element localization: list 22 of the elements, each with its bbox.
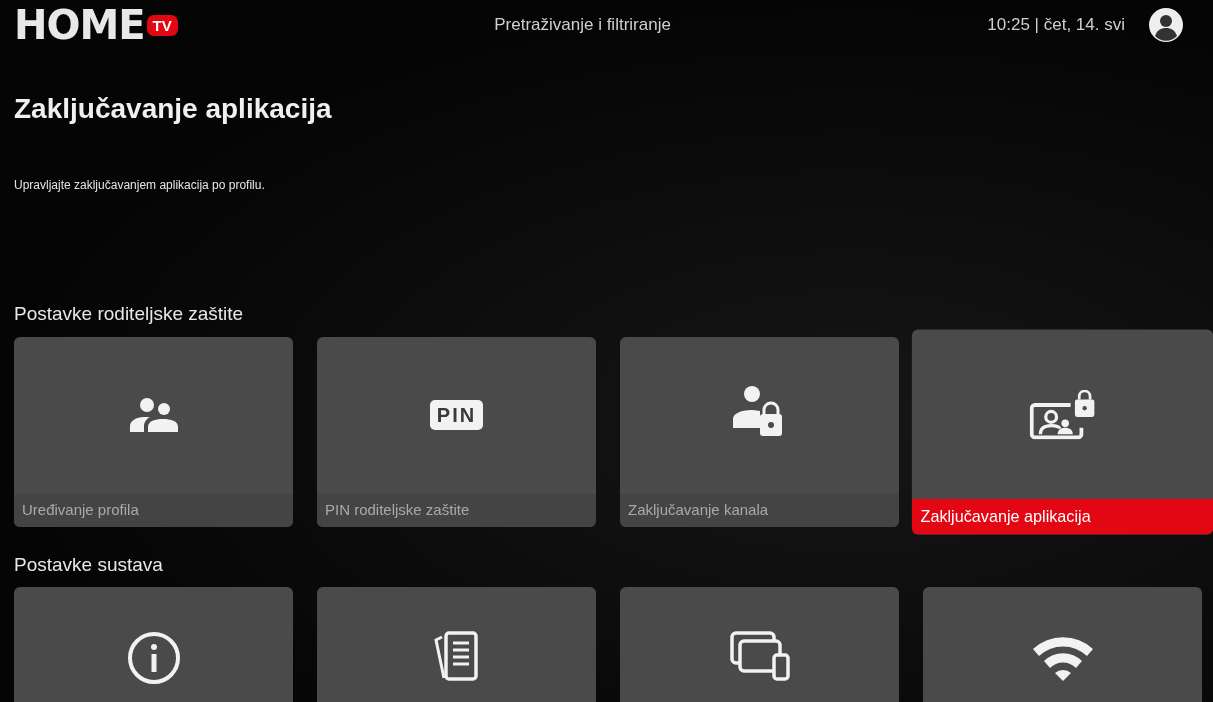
screen-title: Pretraživanje i filtriranje	[494, 14, 671, 37]
time-date: 10:25 | čet, 14. svi	[987, 14, 1125, 37]
settings-tile[interactable]: Uređivanje profila	[14, 336, 293, 527]
tile-label: Zaključavanje aplikacija	[911, 498, 1213, 535]
tile-label: Uređivanje profila	[14, 493, 293, 527]
info-icon	[126, 631, 181, 685]
screen-lock-icon	[1029, 388, 1096, 439]
tile-label: Zaključavanje kanala	[620, 493, 899, 527]
settings-tile[interactable]: Zaključavanje kanala	[620, 336, 899, 527]
avatar-icon[interactable]	[1149, 8, 1183, 42]
logo-badge: TV	[146, 14, 178, 36]
section-title: Postavke sustava	[14, 552, 164, 577]
settings-tile[interactable]: Zaključavanje aplikacija	[911, 328, 1213, 535]
logo-text: HOME	[14, 5, 145, 45]
page-title: Zaključavanje aplikacija	[14, 92, 333, 126]
settings-tile[interactable]: PIN PIN roditeljske zaštite	[317, 336, 596, 527]
people-icon	[129, 398, 178, 432]
pin-badge: PIN	[429, 400, 484, 430]
page-description: Upravljajte zaključavanjem aplikacija po profilu.	[14, 177, 266, 194]
tile-label: PIN roditeljske zaštite	[317, 493, 596, 527]
devices-icon	[729, 631, 790, 681]
section-title: Postavke roditeljske zaštite	[14, 302, 245, 326]
